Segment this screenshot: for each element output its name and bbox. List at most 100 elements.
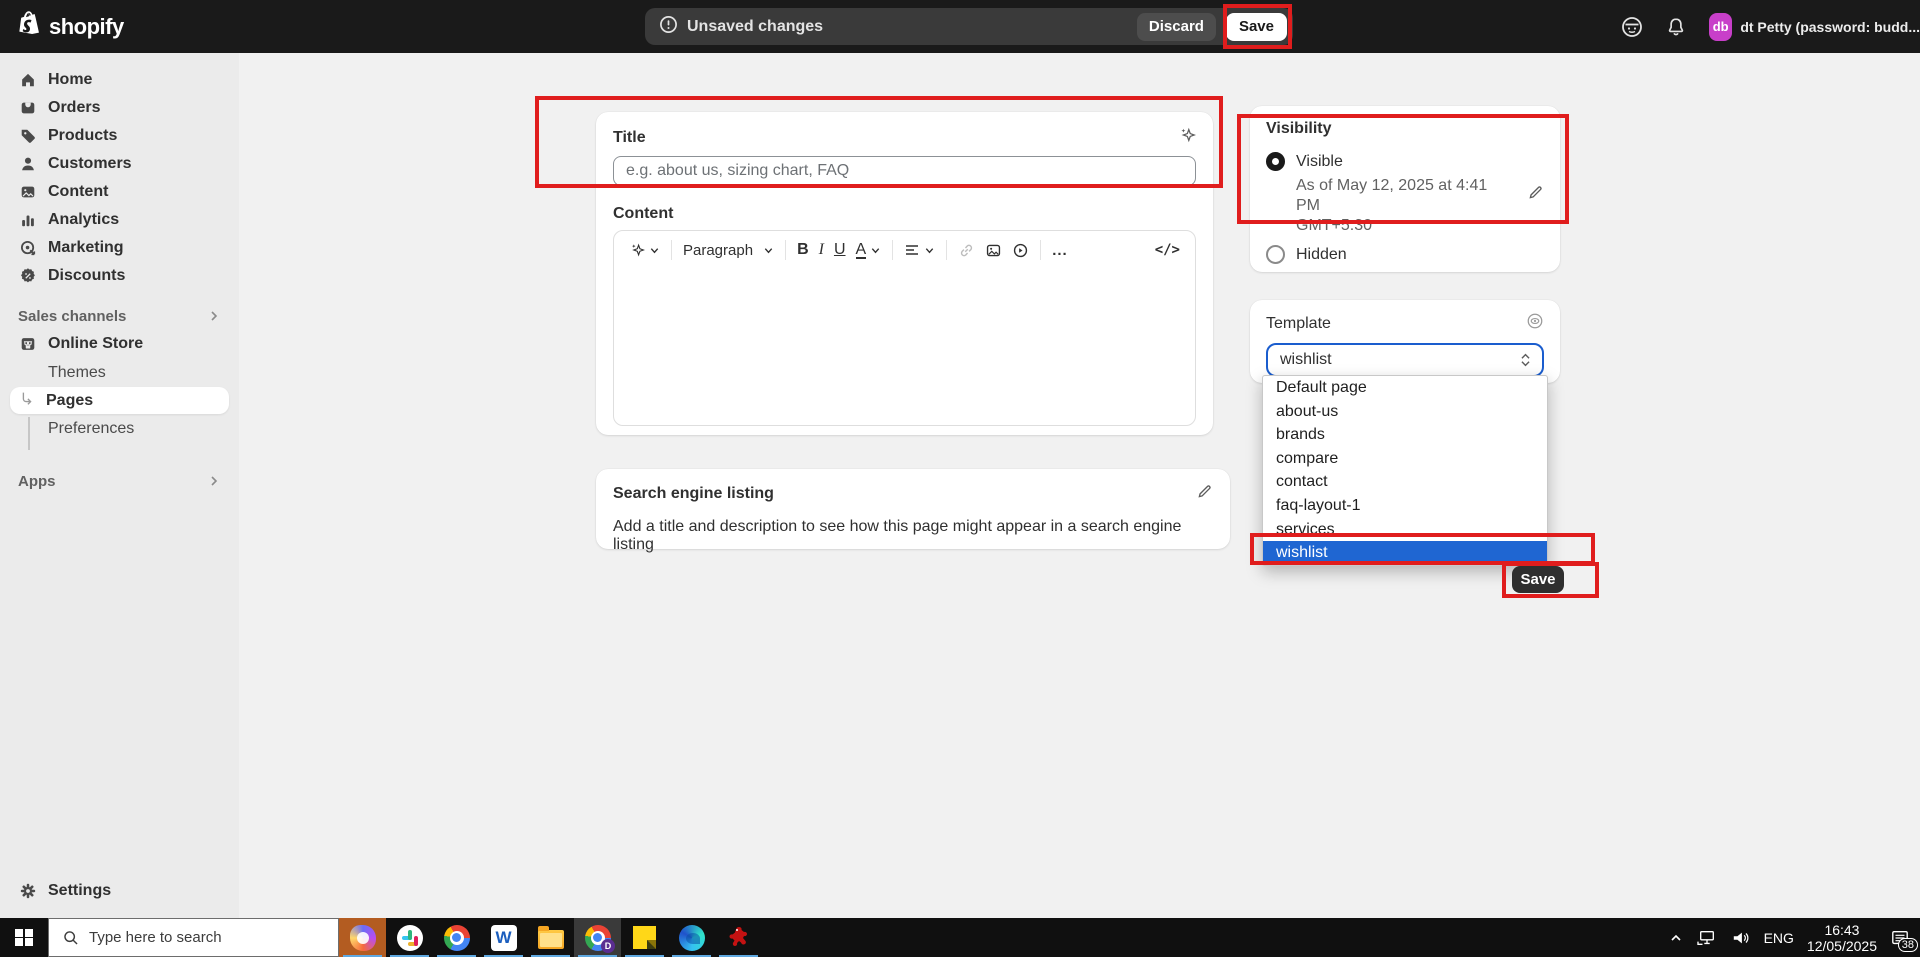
template-heading: Template (1266, 315, 1331, 333)
products-tag-icon (18, 126, 38, 146)
dropdown-option-wishlist[interactable]: wishlist (1263, 541, 1547, 565)
word-icon: W (491, 925, 517, 951)
dropdown-option-faq-layout-1[interactable]: faq-layout-1 (1263, 494, 1547, 518)
taskbar-app-chrome-profile[interactable]: D (574, 918, 621, 957)
link-icon (958, 242, 975, 259)
rich-text-editor[interactable]: Paragraph B I U A (613, 230, 1196, 426)
alignment-dropdown[interactable] (899, 242, 940, 258)
chevron-down-icon (649, 245, 660, 256)
template-dropdown-list: Default page about-us brands compare con… (1262, 375, 1548, 566)
dropdown-option-default-page[interactable]: Default page (1263, 376, 1547, 400)
sidebar-item-themes[interactable]: Themes (10, 359, 229, 386)
title-input[interactable] (613, 156, 1196, 186)
taskbar-app-chrome[interactable] (433, 918, 480, 957)
sidebar-item-customers[interactable]: Customers (10, 150, 229, 178)
image-icon (985, 242, 1002, 259)
sidebar-item-preferences[interactable]: Preferences (10, 415, 229, 442)
slack-icon (397, 925, 423, 951)
save-button-floating[interactable]: Save (1512, 566, 1564, 593)
content-icon (18, 182, 38, 202)
sidebar-item-settings[interactable]: Settings (10, 877, 229, 905)
seo-description: Add a title and description to see how t… (613, 518, 1213, 554)
user-avatar: db (1709, 13, 1732, 41)
editor-ai-button[interactable] (624, 242, 665, 258)
visibility-visible-option[interactable]: Visible (1266, 152, 1544, 171)
sidebar-item-online-store[interactable]: Online Store (10, 330, 229, 358)
underline-button[interactable]: U (829, 241, 851, 259)
network-icon[interactable] (1696, 929, 1718, 947)
radio-selected-icon (1266, 152, 1285, 171)
start-button[interactable] (0, 918, 48, 957)
taskbar-app-sticky-notes[interactable] (621, 918, 668, 957)
sidebar-item-products[interactable]: Products (10, 122, 229, 150)
notifications-bell-icon[interactable] (1661, 12, 1691, 42)
red-lizard-icon (726, 925, 752, 951)
view-eye-icon[interactable] (1526, 312, 1544, 335)
sidebar-item-marketing[interactable]: Marketing (10, 234, 229, 262)
edit-pencil-icon[interactable] (1196, 483, 1213, 505)
orders-icon (18, 98, 38, 118)
ai-sparkle-icon[interactable] (1178, 126, 1196, 149)
topbar-right-cluster: db dt Petty (password: budd... (1617, 0, 1920, 53)
seo-heading: Search engine listing (613, 485, 774, 503)
apps-header[interactable]: Apps (10, 467, 229, 495)
paragraph-style-dropdown[interactable]: Paragraph (678, 242, 779, 259)
shopify-logo[interactable]: shopify (18, 11, 124, 43)
clock-time: 16:43 (1824, 922, 1859, 938)
editor-content-area[interactable] (614, 269, 1195, 425)
taskbar-search[interactable]: Type here to search (48, 918, 339, 957)
dropdown-option-about-us[interactable]: about-us (1263, 400, 1547, 424)
taskbar-clock[interactable]: 16:43 12/05/2025 (1807, 922, 1877, 954)
insert-image-button[interactable] (980, 242, 1007, 259)
code-view-button[interactable]: </> (1150, 242, 1185, 258)
unsaved-changes-bar: Unsaved changes Discard Save (645, 8, 1293, 45)
italic-button[interactable]: I (814, 241, 829, 259)
taskbar-app-word[interactable]: W (480, 918, 527, 957)
taskbar-app-file-explorer[interactable] (527, 918, 574, 957)
taskbar-app-lizard[interactable] (715, 918, 762, 957)
notification-count-badge: 38 (1898, 938, 1918, 952)
dropdown-option-compare[interactable]: compare (1263, 447, 1547, 471)
top-bar: shopify Unsaved changes Discard Save db … (0, 0, 1920, 53)
link-button[interactable] (953, 242, 980, 259)
sidebar-item-orders[interactable]: Orders (10, 94, 229, 122)
radio-unselected-icon (1266, 245, 1285, 264)
edit-pencil-icon[interactable] (1527, 184, 1544, 236)
dropdown-option-services[interactable]: services (1263, 518, 1547, 542)
more-options-button[interactable]: ... (1047, 242, 1073, 259)
chrome-icon (444, 925, 470, 951)
visibility-timestamp: As of May 12, 2025 at 4:41 PMGMT+5:30 (1296, 176, 1496, 236)
language-indicator[interactable]: ENG (1764, 930, 1794, 946)
system-tray: ENG 16:43 12/05/2025 38 (1669, 918, 1920, 957)
sidebar-item-analytics[interactable]: Analytics (10, 206, 229, 234)
sidebar-item-home[interactable]: Home (10, 66, 229, 94)
chevron-right-icon (207, 309, 221, 323)
taskbar-app-copilot[interactable] (339, 918, 386, 957)
customers-icon (18, 154, 38, 174)
sidebar-item-discounts[interactable]: Discounts (10, 262, 229, 290)
visibility-hidden-option[interactable]: Hidden (1266, 245, 1544, 264)
bold-button[interactable]: B (792, 241, 814, 259)
dropdown-option-brands[interactable]: brands (1263, 423, 1547, 447)
volume-icon[interactable] (1731, 929, 1751, 947)
chevron-down-icon (924, 245, 935, 256)
save-button-top[interactable]: Save (1226, 13, 1287, 41)
visibility-card: Visibility Visible As of May 12, 2025 at… (1250, 106, 1560, 272)
taskbar-app-edge[interactable] (668, 918, 715, 957)
user-menu[interactable]: db dt Petty (password: budd... (1705, 9, 1920, 45)
template-select[interactable]: wishlist (1266, 343, 1544, 377)
sidebar-item-content[interactable]: Content (10, 178, 229, 206)
sidebar-item-pages[interactable]: Pages (10, 387, 229, 414)
action-center-icon[interactable]: 38 (1890, 929, 1910, 947)
tray-chevron-up-icon[interactable] (1669, 931, 1683, 945)
discard-button[interactable]: Discard (1137, 13, 1216, 41)
dropdown-option-contact[interactable]: contact (1263, 470, 1547, 494)
sales-channels-header[interactable]: Sales channels (10, 302, 229, 330)
taskbar-app-slack[interactable] (386, 918, 433, 957)
select-stepper-icon (1519, 352, 1532, 368)
sidekick-icon[interactable] (1617, 12, 1647, 42)
text-color-dropdown[interactable]: A (851, 242, 887, 259)
copilot-icon (350, 925, 376, 951)
analytics-bars-icon (18, 210, 38, 230)
insert-video-button[interactable] (1007, 242, 1034, 259)
